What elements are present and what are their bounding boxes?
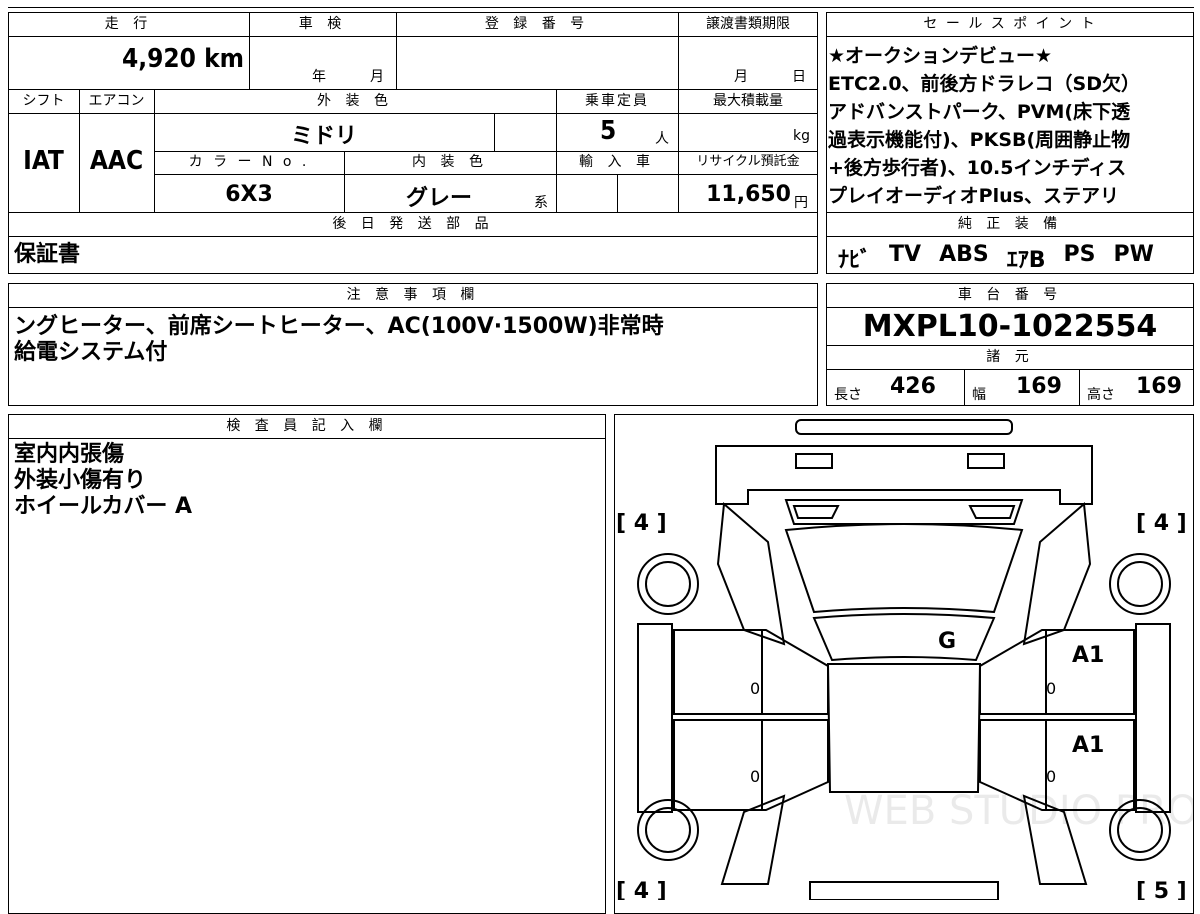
- label-shift: シフト: [22, 93, 65, 109]
- chassis-number: MXPL10-1022554: [862, 309, 1158, 344]
- rear-panel: [715, 445, 1093, 505]
- label-registration: 登 録 番 号: [484, 16, 590, 32]
- max-load-unit: kg: [793, 128, 810, 144]
- label-transfer-deadline: 譲渡書類期限: [706, 16, 790, 32]
- door-right-rear: [979, 629, 1135, 715]
- door-left-front: [673, 719, 829, 811]
- transfer-day-label: 日: [792, 69, 806, 85]
- sales-point-line: プレイオーディオPlus、ステアリ: [828, 185, 1119, 207]
- width-label: 幅: [972, 387, 986, 403]
- equipment-item: TV: [889, 242, 922, 267]
- zero-right-rear: 0: [1046, 679, 1056, 698]
- mileage-value: 4,920 km: [121, 44, 244, 74]
- label-inspection: 車 検: [298, 16, 347, 32]
- label-capacity: 乗車定員: [585, 93, 649, 109]
- notes-title: 注 意 事 項 欄: [346, 287, 480, 303]
- label-aircon: エアコン: [88, 93, 145, 109]
- rear-glass-left: [792, 505, 840, 519]
- sales-point-line: +後方歩行者)、10.5インチディス: [828, 157, 1127, 179]
- interior-color-suffix: 系: [534, 195, 548, 211]
- capacity-unit: 人: [655, 131, 669, 147]
- label-recycle-fee: リサイクル預託金: [696, 154, 800, 169]
- width-value: 169: [1016, 374, 1062, 399]
- mark-right-front-door: A1: [1072, 733, 1104, 758]
- inspector-line: 外装小傷有り: [14, 468, 147, 493]
- front-grille: [809, 881, 999, 900]
- zero-left-front: 0: [750, 767, 760, 786]
- later-parts-value: 保証書: [14, 242, 81, 267]
- equipment-item: ABS: [939, 242, 989, 267]
- height-value: 169: [1136, 374, 1182, 399]
- sales-point-line: ★オークションデビュー★: [828, 45, 1053, 67]
- capacity-value: 5: [600, 116, 617, 146]
- side-right: [1135, 623, 1171, 813]
- rear-lamp-right: [967, 453, 1005, 469]
- length-value: 426: [890, 374, 936, 399]
- sales-point-line: ETC2.0、前後方ドラレコ（SD欠）: [828, 73, 1140, 95]
- interior-color-value: グレー: [405, 186, 472, 211]
- inspection-month-label: 月: [370, 69, 384, 85]
- equipment-item: PS: [1063, 242, 1096, 267]
- recycle-fee-value: 11,650: [706, 182, 791, 207]
- zero-right-front: 0: [1046, 767, 1056, 786]
- sales-point-line: アドバンストパーク、PVM(床下透: [828, 101, 1131, 123]
- transfer-month-label: 月: [734, 69, 748, 85]
- label-exterior-color: 外 装 色: [317, 93, 393, 109]
- inspector-line: ホイールカバー A: [14, 494, 193, 519]
- mark-right-rear-door: A1: [1072, 643, 1104, 668]
- tire-label-rear-right: [ 4 ]: [1136, 511, 1187, 536]
- sales-point-line: 過表示機能付)、PKSB(周囲静止物: [828, 129, 1131, 151]
- rear-lamp-left: [795, 453, 833, 469]
- equipment-title: 純 正 装 備: [957, 216, 1063, 232]
- tire-label-rear-left: [ 4 ]: [616, 511, 667, 536]
- rear-fender-left: [716, 501, 786, 646]
- chassis-title: 車 台 番 号: [957, 287, 1063, 303]
- exterior-color-value: ミドリ: [290, 124, 357, 149]
- inspection-year-label: 年: [312, 69, 326, 85]
- notes-line: ングヒーター、前席シートヒーター、AC(100V·1500W)非常時: [14, 314, 664, 339]
- equipment-item: ｴｱB: [1006, 248, 1046, 273]
- label-interior-color: 内 装 色: [412, 154, 488, 170]
- height-label: 高さ: [1087, 387, 1115, 403]
- label-color-no: カ ラ ー N o .: [188, 154, 310, 170]
- aircon-value: AAC: [89, 146, 144, 176]
- label-later-parts: 後 日 発 送 部 品: [332, 216, 494, 232]
- label-max-load: 最大積載量: [713, 93, 783, 109]
- roof-front: [812, 613, 996, 662]
- length-label: 長さ: [834, 387, 862, 403]
- hood: [826, 663, 982, 793]
- tire-label-front-right: [ 5 ]: [1136, 879, 1187, 900]
- inspector-line: 室内内張傷: [14, 442, 125, 467]
- car-diagram: [ 4 ] [ 4 ] [ 4 ] [ 5 ] G A1 A1 0 0 0 0 …: [616, 419, 1194, 900]
- door-left-rear: [673, 629, 829, 715]
- label-import: 輸 入 車: [579, 154, 655, 170]
- shift-value: IAT: [23, 146, 64, 176]
- top-strip-fragment: [8, 0, 1194, 8]
- tire-label-front-left: [ 4 ]: [616, 879, 667, 900]
- rear-glass-right: [968, 505, 1016, 519]
- equipment-item: ﾅﾋﾞ: [838, 248, 872, 273]
- inspector-lines: 室内内張傷 外装小傷有り ホイールカバー A: [14, 442, 192, 520]
- rear-bumper: [795, 419, 1013, 435]
- inspector-title: 検 査 員 記 入 欄: [226, 418, 388, 434]
- notes-line: 給電システム付: [14, 340, 168, 365]
- label-mileage: 走 行: [104, 16, 153, 32]
- notes-lines: ングヒーター、前席シートヒーター、AC(100V·1500W)非常時 給電システ…: [14, 314, 664, 366]
- rear-fender-right: [1022, 501, 1092, 646]
- sales-point-title: セ ー ル ス ポ イ ン ト: [923, 16, 1097, 32]
- color-no-value: 6X3: [225, 182, 273, 207]
- recycle-fee-unit: 円: [794, 195, 808, 211]
- mark-roof: G: [938, 629, 956, 654]
- sales-point-lines: ★オークションデビュー★ ETC2.0、前後方ドラレコ（SD欠） アドバンストパ…: [828, 42, 1192, 212]
- zero-left-rear: 0: [750, 679, 760, 698]
- equipment-list: ﾅﾋﾞ TV ABS ｴｱB PS PW: [838, 242, 1188, 274]
- watermark: WEB STUDIO PRO: [844, 788, 1194, 834]
- spec-title: 諸 元: [986, 349, 1034, 365]
- side-left: [637, 623, 673, 813]
- equipment-item: PW: [1113, 242, 1154, 267]
- rear-glass-outer: [784, 499, 1024, 525]
- roof-rear: [784, 523, 1024, 614]
